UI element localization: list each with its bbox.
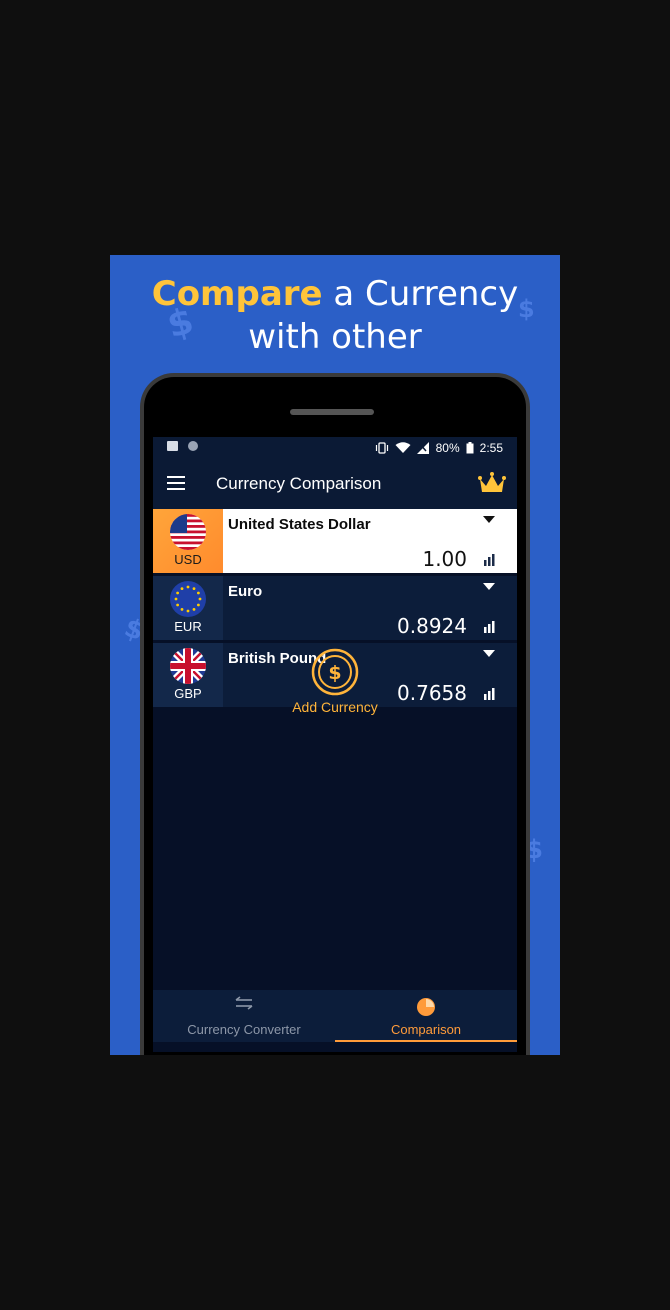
chart-icon[interactable] xyxy=(483,687,497,700)
add-currency-button[interactable]: $ Add Currency xyxy=(273,647,397,715)
eu-flag-icon xyxy=(170,581,206,617)
currency-amount[interactable]: 0.7658 xyxy=(397,681,467,705)
image-notification-icon xyxy=(167,441,178,451)
chart-icon[interactable] xyxy=(483,553,497,566)
status-bar: 80% 2:55 xyxy=(153,437,517,459)
battery-percent: 80% xyxy=(435,441,460,455)
tab-label: Currency Converter xyxy=(187,1022,301,1037)
uk-flag-icon xyxy=(170,648,206,684)
currency-row-eur[interactable]: EUR Euro 0.8924 xyxy=(153,576,517,640)
phone-speaker xyxy=(290,409,374,415)
chart-icon[interactable] xyxy=(483,620,497,633)
dropdown-caret-icon[interactable] xyxy=(483,583,495,590)
swap-arrows-icon xyxy=(235,996,253,1010)
hamburger-menu-icon[interactable] xyxy=(167,476,185,490)
currency-name: United States Dollar xyxy=(228,516,371,533)
vibrate-icon xyxy=(375,442,388,454)
tab-label: Comparison xyxy=(390,1022,462,1037)
currency-code: EUR xyxy=(174,619,202,634)
currency-name: Euro xyxy=(228,583,263,600)
dollar-coin-icon: $ xyxy=(311,648,359,696)
svg-text:$: $ xyxy=(328,662,341,684)
headline-highlight: Compare xyxy=(151,274,323,314)
notification-dot-icon xyxy=(188,441,198,451)
flag-box: EUR xyxy=(153,576,223,640)
headline-line2: with other xyxy=(248,317,422,357)
currency-row-usd[interactable]: USD United States Dollar 1.00 xyxy=(153,509,517,573)
app-toolbar: Currency Comparison xyxy=(153,459,517,509)
crown-premium-icon[interactable] xyxy=(477,471,507,495)
page-title: Currency Comparison xyxy=(216,474,382,493)
tab-currency-converter[interactable]: Currency Converter xyxy=(153,990,335,1042)
flag-box: USD xyxy=(153,509,223,573)
bottom-navigation: Currency Converter Comparison xyxy=(153,990,517,1042)
promo-headline: Compare a Currency with other xyxy=(110,273,560,359)
us-flag-icon xyxy=(170,514,206,550)
currency-code: GBP xyxy=(174,686,202,701)
headline-line1: a Currency xyxy=(322,274,519,314)
tab-comparison[interactable]: Comparison xyxy=(335,990,517,1042)
promo-banner: $ $ $ $ Compare a Currency with other 80… xyxy=(110,255,560,1055)
add-currency-label: Add Currency xyxy=(292,699,378,715)
battery-icon xyxy=(466,442,474,454)
dropdown-caret-icon[interactable] xyxy=(483,516,495,523)
pie-chart-icon xyxy=(417,998,435,1016)
dropdown-caret-icon[interactable] xyxy=(483,650,495,657)
status-time: 2:55 xyxy=(479,441,503,455)
signal-icon xyxy=(416,442,429,454)
currency-amount[interactable]: 0.8924 xyxy=(397,614,467,638)
currency-amount[interactable]: 1.00 xyxy=(422,547,467,571)
phone-frame: 80% 2:55 Currency Comparison USD United … xyxy=(140,373,530,1055)
flag-box: GBP xyxy=(153,643,223,707)
app-screen: 80% 2:55 Currency Comparison USD United … xyxy=(153,437,517,1052)
currency-code: USD xyxy=(174,552,202,567)
wifi-icon xyxy=(395,442,411,453)
